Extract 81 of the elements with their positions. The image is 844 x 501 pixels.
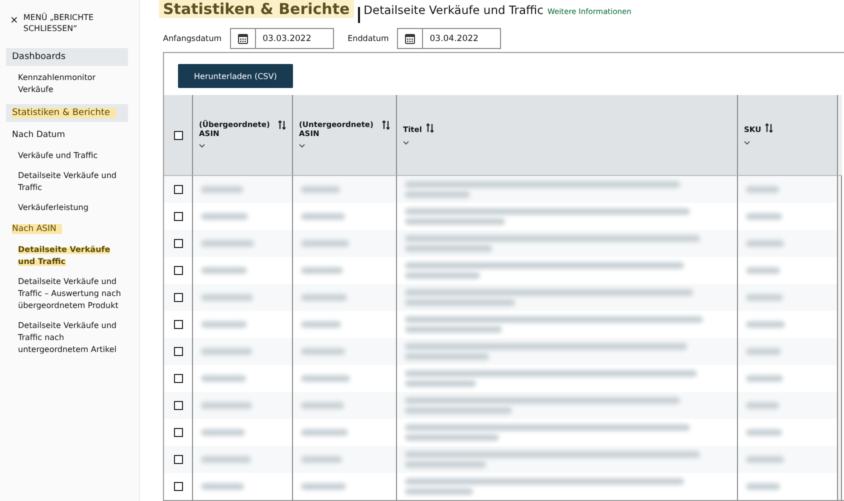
sort-icon[interactable] [382, 120, 390, 130]
close-menu-link[interactable]: MENÜ „BERICHTE SCHLIESSEN“ [23, 12, 114, 34]
date-field[interactable]: 03.03.2022 [230, 28, 334, 50]
sort-icon[interactable] [426, 123, 434, 133]
redacted-text [201, 348, 252, 355]
row-checkbox[interactable] [174, 482, 182, 491]
sidebar-section-header: Statistiken & Berichte [6, 104, 128, 122]
row-checkbox[interactable] [174, 266, 182, 275]
row-checkbox[interactable] [174, 374, 182, 383]
chevron-down-icon[interactable] [403, 141, 409, 145]
row-checkbox[interactable] [174, 347, 182, 356]
download-csv-button[interactable]: Herunterladen (CSV) [178, 64, 293, 88]
redacted-text [746, 240, 784, 247]
redacted-text [201, 321, 247, 328]
redacted-text [301, 321, 342, 328]
sidebar-item[interactable]: Verkäufe und Traffic [6, 150, 131, 162]
redacted-text [301, 186, 340, 193]
redacted-text [201, 294, 254, 301]
chevron-down-icon[interactable] [744, 141, 750, 145]
calendar-icon[interactable] [238, 33, 248, 44]
redacted-text [746, 483, 780, 490]
row-checkbox[interactable] [174, 212, 182, 221]
redacted-text [201, 186, 242, 193]
redacted-text [201, 402, 252, 409]
row-checkbox[interactable] [174, 293, 182, 302]
redacted-text [746, 213, 782, 220]
date-field[interactable]: 03.04.2022 [396, 28, 501, 50]
redacted-text [201, 456, 251, 463]
redacted-text [746, 321, 785, 328]
redacted-text [201, 267, 248, 274]
sidebar-item[interactable]: Detailseite Verkäufe und Traffic [6, 170, 131, 194]
redacted-text [301, 429, 348, 436]
row-checkbox[interactable] [174, 455, 182, 464]
redacted-text [746, 375, 784, 382]
chevron-down-icon[interactable] [299, 144, 305, 148]
redacted-text [405, 191, 470, 198]
redacted-text [201, 429, 245, 436]
row-checkbox[interactable] [174, 428, 182, 437]
redacted-text [405, 488, 474, 495]
redacted-text [301, 456, 342, 463]
redacted-text [746, 429, 782, 436]
row-checkbox[interactable] [174, 401, 182, 410]
sidebar-item[interactable]: Detailseite Verkäufe und Traffic nach untergeordnetem Artikel [6, 320, 131, 356]
page-subtitle: Detailseite Verkäufe und Traffic [364, 3, 544, 17]
date-label: Enddatum [348, 34, 389, 44]
select-all-checkbox[interactable] [174, 130, 182, 140]
sidebar-item[interactable]: Verkäuferleistung [6, 202, 131, 214]
redacted-text [746, 402, 780, 409]
redacted-text [405, 380, 476, 387]
redacted-text [301, 213, 344, 220]
redacted-text [301, 240, 349, 247]
redacted-text [201, 483, 244, 490]
redacted-text [301, 267, 343, 274]
row-checkbox[interactable] [174, 239, 182, 248]
redacted-text [746, 267, 780, 274]
sidebar-item[interactable]: Kennzahlenmonitor Verkäufe [6, 72, 131, 96]
page-title: Statistiken & Berichte [159, 0, 354, 18]
sidebar-group-label: Nach Datum [11, 129, 66, 142]
redacted-text [301, 375, 350, 382]
date-label: Anfangsdatum [163, 34, 222, 44]
chevron-down-icon[interactable] [199, 144, 205, 148]
redacted-text [301, 348, 346, 355]
calendar-icon[interactable] [404, 33, 415, 44]
row-checkbox[interactable] [174, 320, 182, 329]
redacted-text [201, 213, 248, 220]
sidebar-item[interactable]: Detailseite Verkäufe und Traffic – Auswertung nach übergeordnetem Produkt [6, 276, 131, 312]
sort-icon[interactable] [278, 120, 286, 130]
redacted-text [301, 402, 344, 409]
redacted-text [746, 294, 783, 301]
redacted-text [746, 348, 781, 355]
close-icon[interactable]: × [10, 16, 18, 26]
sidebar-group-label: Nach ASIN [6, 222, 139, 236]
sidebar-section-header: Dashboards [6, 48, 128, 66]
redacted-text [301, 483, 346, 490]
redacted-text [746, 186, 780, 193]
sort-icon[interactable] [765, 123, 774, 133]
row-checkbox[interactable] [174, 185, 182, 194]
redacted-text [201, 375, 246, 382]
redacted-text [746, 456, 784, 463]
redacted-text [201, 240, 254, 247]
redacted-text [301, 294, 348, 301]
